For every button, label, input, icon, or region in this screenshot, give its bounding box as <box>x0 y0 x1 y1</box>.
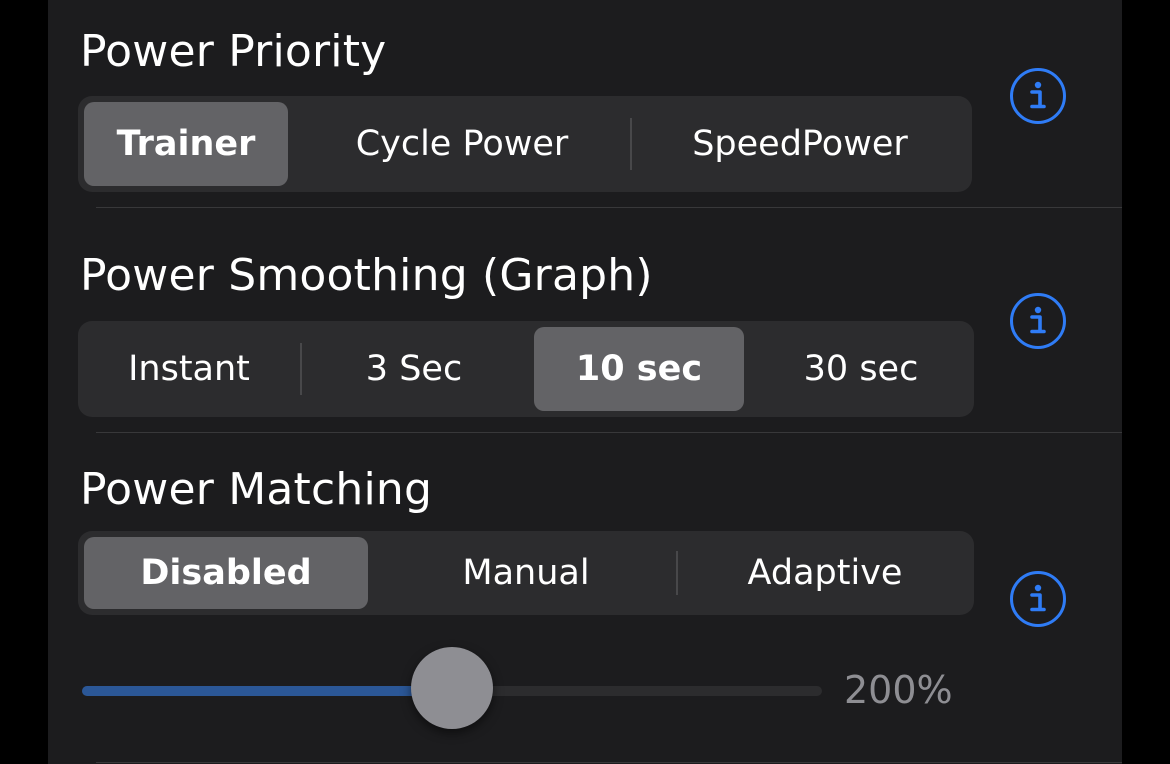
power-matching-info-button[interactable] <box>1010 571 1066 627</box>
info-circle-icon <box>1030 584 1046 612</box>
segment-cycle-power[interactable]: Cycle Power <box>294 102 630 186</box>
segment-3-sec[interactable]: 3 Sec <box>304 327 524 411</box>
segment-divider <box>676 551 678 595</box>
segment-manual[interactable]: Manual <box>378 537 674 609</box>
power-matching-title: Power Matching <box>80 464 433 515</box>
power-priority-segmented-control: Trainer Cycle Power SpeedPower <box>78 96 972 192</box>
segment-trainer[interactable]: Trainer <box>84 102 288 186</box>
power-matching-slider-fill <box>82 686 452 696</box>
power-matching-segmented-control: Disabled Manual Adaptive <box>78 531 974 615</box>
segment-instant[interactable]: Instant <box>84 327 294 411</box>
segment-divider <box>630 118 632 170</box>
power-priority-info-button[interactable] <box>1010 68 1066 124</box>
power-smoothing-title: Power Smoothing (Graph) <box>80 250 653 301</box>
segment-speedpower[interactable]: SpeedPower <box>634 102 966 186</box>
segment-30-sec[interactable]: 30 sec <box>754 327 968 411</box>
settings-panel: Power Priority Trainer Cycle Power Speed… <box>48 0 1122 764</box>
section-separator <box>96 432 1122 433</box>
power-priority-title: Power Priority <box>80 26 387 77</box>
segment-adaptive[interactable]: Adaptive <box>680 537 970 609</box>
power-matching-slider-thumb[interactable] <box>411 647 493 729</box>
power-smoothing-info-button[interactable] <box>1010 293 1066 349</box>
section-separator <box>96 762 1122 763</box>
segment-divider <box>300 343 302 395</box>
power-smoothing-segmented-control: Instant 3 Sec 10 sec 30 sec <box>78 321 974 417</box>
info-circle-icon <box>1030 306 1046 334</box>
section-separator <box>96 207 1122 208</box>
segment-10-sec[interactable]: 10 sec <box>534 327 744 411</box>
segment-disabled[interactable]: Disabled <box>84 537 368 609</box>
power-matching-slider-value: 200% <box>844 668 953 712</box>
info-circle-icon <box>1030 81 1046 109</box>
